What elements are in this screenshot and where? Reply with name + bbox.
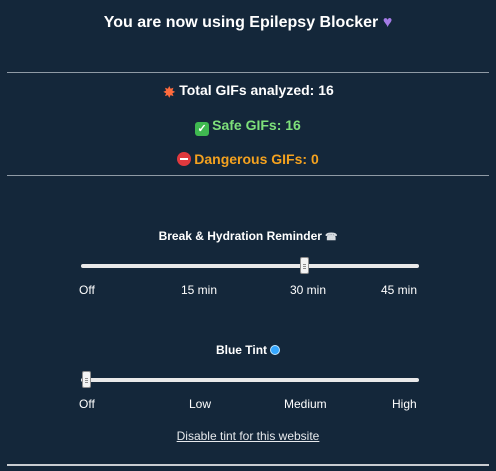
collision-icon: ✸ (163, 84, 176, 100)
reminder-slider-track[interactable] (81, 264, 419, 268)
tint-slider-track[interactable] (81, 378, 419, 382)
stat-safe-text: Safe GIFs: 16 (212, 117, 301, 133)
no-entry-icon (177, 152, 192, 166)
reminder-label: Break & Hydration Reminder ☎ (0, 228, 496, 246)
reminder-option-30: 30 min (290, 283, 327, 297)
tint-option-low: Low (189, 397, 212, 411)
droplet-icon (270, 345, 281, 355)
reminder-slider-thumb[interactable] (300, 257, 309, 274)
check-mark-icon: ✓ (195, 122, 210, 136)
disable-tint-link[interactable]: Disable tint for this website (0, 429, 496, 443)
reminder-option-45: 45 min (381, 283, 418, 297)
divider (7, 175, 489, 176)
divider (7, 464, 489, 466)
tint-option-medium: Medium (284, 397, 327, 411)
tint-label-text: Blue Tint (215, 343, 268, 357)
stat-total: ✸ Total GIFs analyzed: 16 (0, 81, 496, 99)
stat-total-text: Total GIFs analyzed: 16 (179, 82, 334, 98)
popup-title: You are now using Epilepsy Blocker (103, 14, 379, 31)
stat-dangerous: Dangerous GIFs: 0 (0, 150, 496, 168)
divider (7, 72, 489, 73)
stat-safe: ✓ Safe GIFs: 16 (0, 116, 496, 136)
tint-option-high: High (392, 397, 417, 411)
alarm-clock-icon: ☎ (324, 232, 338, 243)
popup-header: You are now using Epilepsy Blocker ♥ (0, 13, 496, 33)
reminder-label-text: Break & Hydration Reminder (158, 229, 322, 243)
tint-slider-thumb[interactable] (82, 371, 91, 388)
reminder-option-off: Off (79, 283, 95, 297)
tint-option-off: Off (79, 397, 95, 411)
reminder-option-15: 15 min (181, 283, 218, 297)
stat-dangerous-text: Dangerous GIFs: 0 (194, 151, 319, 167)
purple-heart-icon: ♥ (382, 14, 393, 31)
tint-label: Blue Tint (0, 342, 496, 358)
